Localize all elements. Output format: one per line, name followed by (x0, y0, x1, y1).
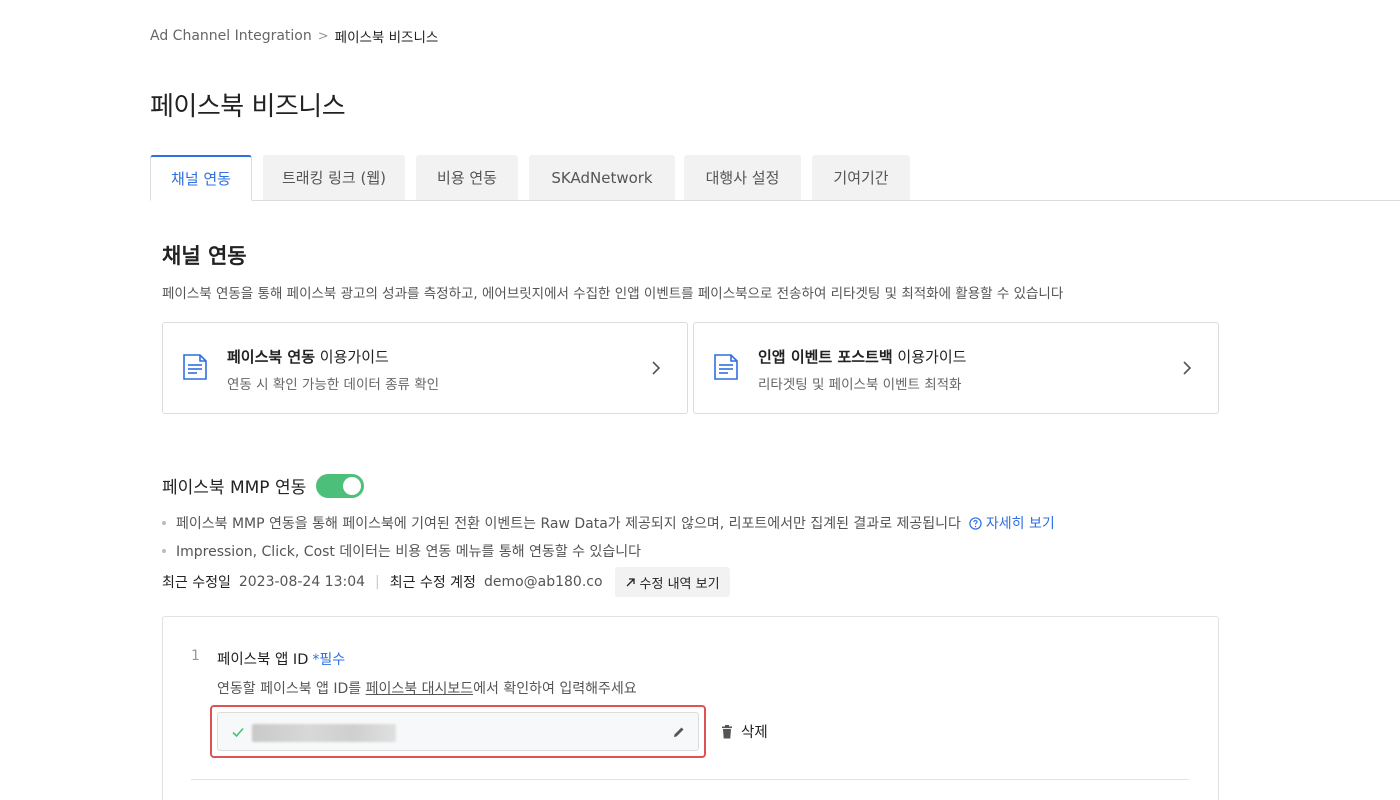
delete-label: 삭제 (741, 725, 768, 741)
guide-title-rest: 이용가이드 (892, 348, 967, 366)
list-item: 페이스북 MMP 연동을 통해 페이스북에 기여된 전환 이벤트는 Raw Da… (162, 509, 1055, 537)
field-help: 연동할 페이스북 앱 ID를 페이스북 대시보드에서 확인하여 입력해주세요 (217, 678, 637, 698)
help-circle-icon (969, 516, 982, 530)
guide-title-bold: 인앱 이벤트 포스트백 (758, 348, 893, 366)
modified-account-label: 최근 수정 계정 (389, 575, 476, 591)
list-item: Impression, Click, Cost 데이터는 비용 연동 메뉴를 통… (162, 537, 1055, 565)
field-label: 페이스북 앱 ID *필수 (217, 648, 345, 669)
modification-meta: 최근 수정일 2023-08-24 13:04 | 최근 수정 계정 demo@… (162, 567, 730, 597)
facebook-app-id-input[interactable] (217, 712, 699, 751)
detail-link-label: 자세히 보기 (985, 516, 1055, 532)
modified-date-label: 최근 수정일 (162, 575, 231, 591)
breadcrumb: Ad Channel Integration > 페이스북 비즈니스 (150, 26, 438, 46)
page-title: 페이스북 비즈니스 (150, 92, 346, 122)
check-icon (232, 727, 244, 738)
trash-icon (722, 724, 732, 738)
field-help-prefix: 연동할 페이스북 앱 ID를 (217, 681, 366, 697)
mmp-title: 페이스북 MMP 연동 (162, 478, 307, 498)
field-help-suffix: 에서 확인하여 입력해주세요 (473, 681, 637, 697)
view-history-label: 수정 내역 보기 (639, 576, 720, 592)
guide-title: 인앱 이벤트 포스트백 이용가이드 (758, 346, 966, 367)
breadcrumb-separator: > (317, 28, 329, 44)
tab-tracking-link-web[interactable]: 트래킹 링크 (웹) (263, 155, 405, 200)
field-label-text: 페이스북 앱 ID (217, 652, 309, 668)
required-marker: *필수 (312, 652, 346, 668)
mmp-notes: 페이스북 MMP 연동을 통해 페이스북에 기여된 전환 이벤트는 Raw Da… (162, 509, 1055, 565)
section-description: 페이스북 연동을 통해 페이스북 광고의 성과를 측정하고, 에어브릿지에서 수… (162, 286, 1064, 302)
guide-title-bold: 페이스북 연동 (227, 348, 316, 366)
facebook-dashboard-link[interactable]: 페이스북 대시보드 (366, 681, 474, 697)
meta-divider: | (375, 574, 380, 590)
tab-agency-settings[interactable]: 대행사 설정 (684, 155, 801, 200)
step-number: 1 (191, 648, 200, 664)
bullet-dot (162, 549, 166, 553)
document-icon (183, 354, 207, 380)
view-history-button[interactable]: 수정 내역 보기 (614, 567, 730, 597)
guide-title-rest: 이용가이드 (315, 348, 389, 366)
breadcrumb-current: 페이스북 비즈니스 (334, 30, 439, 46)
tab-channel-integration[interactable]: 채널 연동 (150, 155, 252, 201)
bullet-dot (162, 521, 166, 525)
redacted-value (252, 724, 396, 742)
guide-card-inapp-event-postback[interactable]: 인앱 이벤트 포스트백 이용가이드 리타겟팅 및 페이스북 이벤트 최적화 (693, 322, 1219, 414)
guide-subtitle: 연동 시 확인 가능한 데이터 종류 확인 (227, 377, 440, 393)
tab-bar: 채널 연동 트래킹 링크 (웹) 비용 연동 SKAdNetwork 대행사 설… (150, 155, 1400, 201)
mmp-integration-header: 페이스북 MMP 연동 (162, 473, 365, 498)
pencil-icon[interactable] (672, 725, 686, 739)
guide-subtitle: 리타겟팅 및 페이스북 이벤트 최적화 (758, 377, 962, 393)
chevron-right-icon (652, 361, 661, 375)
guide-title: 페이스북 연동 이용가이드 (227, 346, 389, 367)
breadcrumb-parent-link[interactable]: Ad Channel Integration (150, 28, 312, 44)
mmp-toggle[interactable] (316, 473, 365, 498)
document-icon (714, 354, 738, 380)
mmp-note-text: 페이스북 MMP 연동을 통해 페이스북에 기여된 전환 이벤트는 Raw Da… (176, 516, 961, 532)
toggle-knob (343, 476, 362, 495)
guide-card-facebook-integration[interactable]: 페이스북 연동 이용가이드 연동 시 확인 가능한 데이터 종류 확인 (162, 322, 688, 414)
divider (191, 779, 1189, 780)
mmp-note-text: Impression, Click, Cost 데이터는 비용 연동 메뉴를 통… (176, 544, 641, 560)
chevron-right-icon (1183, 361, 1192, 375)
facebook-app-id-form: 1 페이스북 앱 ID *필수 연동할 페이스북 앱 ID를 페이스북 대시보드에… (162, 616, 1219, 800)
tab-cost-integration[interactable]: 비용 연동 (416, 155, 518, 200)
modified-account-value: demo@ab180.co (483, 574, 603, 590)
modified-date-value: 2023-08-24 13:04 (238, 574, 366, 590)
tab-skadnetwork[interactable]: SKAdNetwork (529, 155, 675, 200)
detail-link[interactable]: 자세히 보기 (969, 513, 1055, 533)
arrow-up-right-icon (626, 577, 635, 586)
delete-button[interactable]: 삭제 (721, 721, 768, 742)
tab-attribution-window[interactable]: 기여기간 (812, 155, 910, 200)
section-title: 채널 연동 (162, 244, 247, 268)
